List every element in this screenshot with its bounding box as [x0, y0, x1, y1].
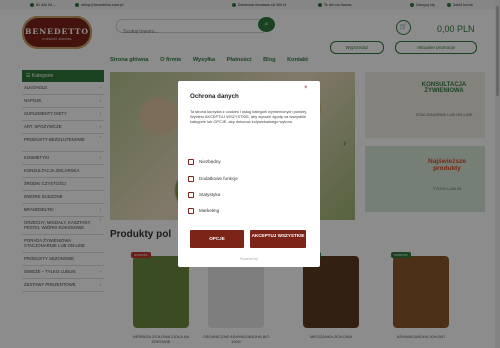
- powered-by: Powered by: [240, 257, 258, 261]
- option-necessary[interactable]: Niezbędny: [188, 159, 221, 165]
- cookie-consent-dialog: Ochrona danych × Ta strona korzysta z co…: [178, 81, 320, 267]
- option-statistics[interactable]: Statystyka: [188, 192, 220, 198]
- option-marketing[interactable]: Marketing: [188, 208, 219, 214]
- dialog-title: Ochrona danych: [190, 93, 239, 100]
- checkbox-icon[interactable]: [188, 208, 194, 214]
- close-icon[interactable]: ×: [304, 85, 308, 91]
- dialog-description: Ta strona korzysta z cookies i usług kat…: [190, 109, 307, 124]
- checkbox-icon[interactable]: [188, 159, 194, 165]
- option-functional[interactable]: Dodatkowe funkcje: [188, 176, 238, 182]
- options-button[interactable]: OPCJE: [190, 230, 244, 248]
- accept-all-button[interactable]: AKCEPTUJ WSZYSTKIE: [250, 230, 306, 248]
- checkbox-icon[interactable]: [188, 192, 194, 198]
- checkbox-icon[interactable]: [188, 176, 194, 182]
